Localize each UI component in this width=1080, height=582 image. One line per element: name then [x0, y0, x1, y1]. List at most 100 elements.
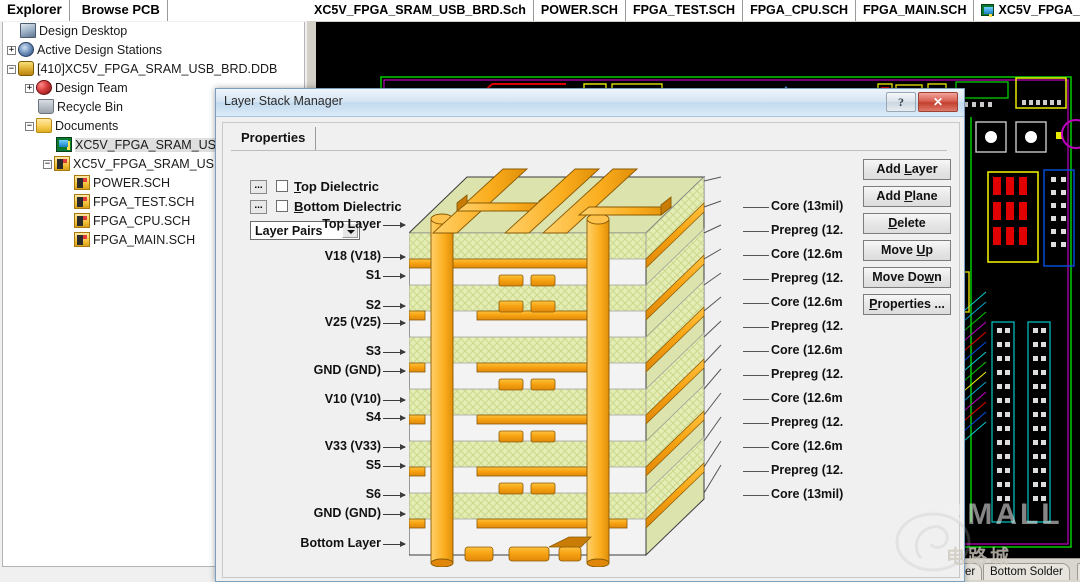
pcb-tab[interactable]: XC5V_FPGA_SRAM_USB_BRD.Sch: [307, 0, 534, 21]
leader-arrow-icon: [383, 541, 406, 547]
tree-item-label: FPGA_MAIN.SCH: [93, 233, 196, 248]
collapse-icon[interactable]: −: [43, 160, 52, 170]
desktop-icon: [20, 23, 36, 39]
explorer-tab-browse-pcb[interactable]: Browse PCB: [74, 0, 168, 21]
dielectric-layer-name[interactable]: Core (12.6m: [771, 343, 843, 357]
tree-item[interactable]: Design Desktop: [3, 22, 304, 41]
sch-doc-icon: [74, 175, 90, 191]
delete-button[interactable]: Delete: [863, 213, 951, 234]
stack-3d-illustration: [407, 159, 769, 568]
pcb-doc-icon: [981, 3, 995, 17]
sch-doc-icon: [74, 213, 90, 229]
button-label-suffix: n: [934, 270, 942, 284]
tree-item[interactable]: + Active Design Stations: [3, 41, 304, 60]
button-label-prefix: Add: [876, 189, 905, 203]
tree-item-label: Recycle Bin: [57, 100, 123, 115]
explorer-tab-explorer[interactable]: Explorer: [0, 0, 70, 21]
leader-line: [743, 471, 769, 472]
leader-arrow-icon: [383, 463, 406, 469]
leader-line: [743, 423, 769, 424]
folder-icon: [36, 118, 52, 134]
sch-doc-icon: [74, 232, 90, 248]
add-layer-button[interactable]: Add Layer: [863, 159, 951, 180]
layer-tab[interactable]: Bottom Solder: [983, 563, 1070, 580]
leader-arrow-icon: [383, 415, 406, 421]
ddb-icon: [18, 61, 34, 77]
pcb-tab[interactable]: FPGA_MAIN.SCH: [856, 0, 975, 21]
button-label-suffix: p: [925, 243, 934, 257]
dielectric-layer-name[interactable]: Prepreg (12.: [771, 223, 843, 237]
close-icon[interactable]: ✕: [918, 92, 958, 112]
pcb-document-tabbar[interactable]: XC5V_FPGA_SRAM_USB_BRD.Sch POWER.SCH FPGA_…: [307, 0, 1080, 21]
bottom-dielectric-browse-button[interactable]: ...: [250, 200, 267, 214]
tab-properties[interactable]: Properties: [231, 127, 317, 150]
dialog-tabstrip[interactable]: Properties: [231, 127, 317, 150]
add-plane-button[interactable]: Add Plane: [863, 186, 951, 207]
bottom-dielectric-checkbox[interactable]: [276, 200, 288, 212]
dielectric-layer-name[interactable]: Core (13mil): [771, 199, 843, 213]
signal-layer-name: V33 (V33): [324, 439, 381, 453]
button-label-prefix: Add: [876, 162, 905, 176]
tree-item-label: Active Design Stations: [37, 43, 163, 58]
properties-button[interactable]: Properties ...: [863, 294, 951, 315]
leader-arrow-icon: [383, 320, 406, 326]
dielectric-layer-name[interactable]: Core (13mil): [771, 487, 843, 501]
signal-layer-name: S3: [365, 344, 381, 358]
dielectric-layer-name[interactable]: Prepreg (12.: [771, 415, 843, 429]
top-dielectric-browse-button[interactable]: ...: [250, 180, 267, 194]
leader-line: [743, 447, 769, 448]
layer-pairs-value: Layer Pairs: [255, 224, 323, 238]
tree-item-label: POWER.SCH: [93, 176, 171, 191]
station-icon: [18, 42, 34, 58]
move-up-button[interactable]: Move Up: [863, 240, 951, 261]
dielectric-layer-name[interactable]: Prepreg (12.: [771, 463, 843, 477]
leader-line: [743, 375, 769, 376]
leader-line: [743, 351, 769, 352]
leader-arrow-icon: [383, 273, 406, 279]
leader-line: [743, 327, 769, 328]
button-mnemonic: L: [904, 162, 912, 176]
collapse-icon[interactable]: −: [25, 122, 34, 132]
dialog-title: Layer Stack Manager: [224, 94, 343, 108]
pcb-tab[interactable]: FPGA_CPU.SCH: [743, 0, 856, 21]
pcb-tab-label: FPGA_CPU.SCH: [750, 3, 848, 17]
collapse-icon[interactable]: −: [7, 65, 16, 75]
move-down-button[interactable]: Move Down: [863, 267, 951, 288]
pcb-tab-label: XC5V_FPGA_SRAM_USB_BRD.Sch: [314, 3, 526, 17]
button-mnemonic: w: [924, 270, 935, 284]
pcb-tab[interactable]: XC5V_FPGA_SR: [974, 0, 1080, 21]
leader-arrow-icon: [383, 444, 406, 450]
leader-arrow-icon: [383, 368, 406, 374]
expand-icon[interactable]: +: [7, 46, 16, 56]
pcb-doc-icon: [56, 137, 72, 153]
dielectric-layer-name[interactable]: Core (12.6m: [771, 439, 843, 453]
dielectric-layer-name[interactable]: Core (12.6m: [771, 295, 843, 309]
sch-doc-icon: [74, 194, 90, 210]
leader-line: [743, 231, 769, 232]
dielectric-layer-name[interactable]: Prepreg (12.: [771, 271, 843, 285]
dielectric-layer-name[interactable]: Prepreg (12.: [771, 367, 843, 381]
dialog-body: Properties ... Top Dielectric ... Bottom…: [222, 122, 960, 578]
dielectric-layer-name[interactable]: Core (12.6m: [771, 247, 843, 261]
signal-layer-name: V25 (V25): [324, 315, 381, 329]
dielectric-layer-name[interactable]: Core (12.6m: [771, 391, 843, 405]
pcb-tab[interactable]: POWER.SCH: [533, 0, 626, 21]
top-dielectric-mnemonic: T: [294, 179, 301, 194]
layer-stack-diagram[interactable]: ... Top Dielectric ... Bottom Dielectric…: [231, 151, 851, 573]
layer-action-buttons[interactable]: Add Layer Add Plane Delete Move Up Move Down…: [863, 159, 951, 321]
explorer-tabstrip[interactable]: Explorer Browse PCB: [0, 0, 307, 21]
help-button[interactable]: ?: [886, 92, 916, 112]
expand-icon[interactable]: +: [25, 84, 34, 94]
button-mnemonic: P: [904, 189, 913, 203]
top-dielectric-label: Top Dielectric: [294, 179, 379, 194]
dielectric-layer-name[interactable]: Prepreg (12.: [771, 319, 843, 333]
dialog-titlebar[interactable]: Layer Stack Manager ? ✕: [216, 89, 964, 117]
tree-item-label: FPGA_CPU.SCH: [93, 214, 191, 229]
signal-layer-name: Bottom Layer: [300, 536, 381, 550]
tree-item[interactable]: − [410]XC5V_FPGA_SRAM_USB_BRD.DDB: [3, 60, 304, 79]
bottom-dielectric-text: ottom Dielectric: [303, 199, 402, 214]
top-dielectric-checkbox[interactable]: [276, 180, 288, 192]
layer-stack-manager-dialog[interactable]: Layer Stack Manager ? ✕ Properties ... T…: [215, 88, 965, 582]
button-label-suffix: ayer: [911, 162, 938, 176]
pcb-tab[interactable]: FPGA_TEST.SCH: [625, 0, 744, 21]
